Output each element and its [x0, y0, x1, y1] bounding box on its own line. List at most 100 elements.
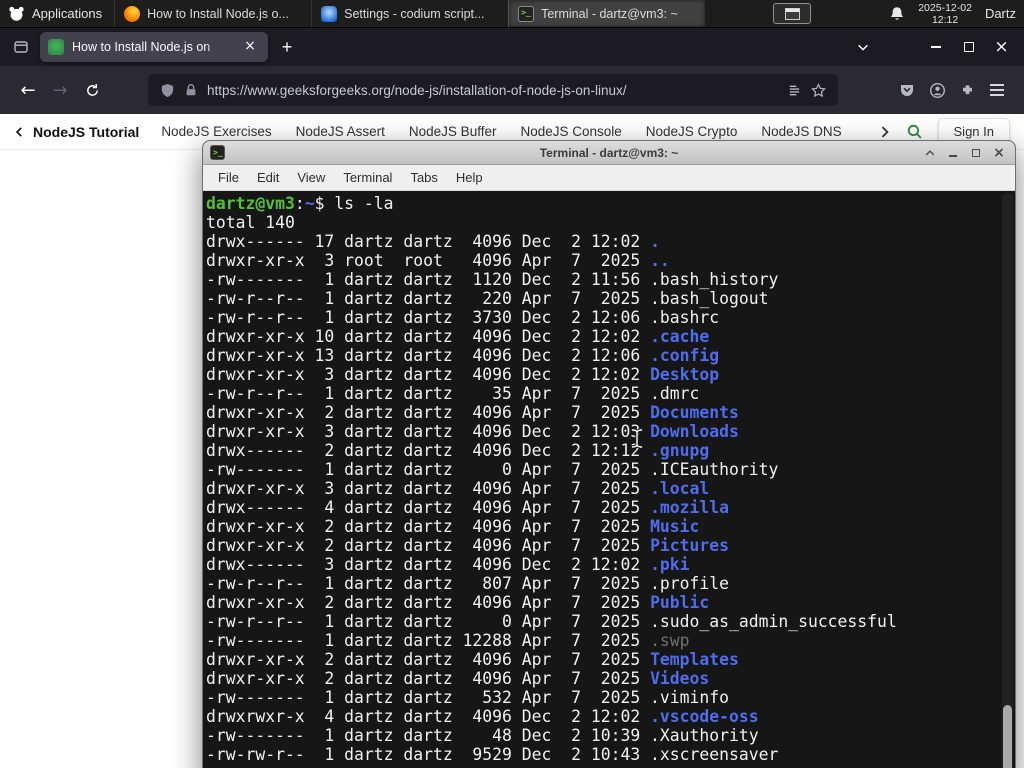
terminal-minimize-button[interactable] — [944, 144, 962, 162]
back-button[interactable] — [12, 74, 44, 106]
chevron-right-icon[interactable] — [878, 125, 891, 139]
account-icon — [929, 82, 945, 98]
site-nav-item[interactable]: NodeJS Assert — [296, 124, 385, 139]
terminal-line: -rw-r--r-- 1 dartz dartz 220 Apr 7 2025 … — [206, 289, 769, 308]
workspace-pager[interactable] — [773, 3, 812, 24]
terminal-icon — [518, 5, 535, 22]
tab-favicon-gfg — [48, 39, 64, 55]
terminal-line: -rw-r--r-- 1 dartz dartz 35 Apr 7 2025 .… — [206, 384, 700, 403]
list-all-tabs-button[interactable] — [846, 28, 879, 66]
terminal-window: Terminal - dartz@vm3: ~ FileEditViewTerm… — [202, 140, 1016, 768]
site-nav-item[interactable]: NodeJS Crypto — [646, 124, 738, 139]
site-nav-primary[interactable]: NodeJS Tutorial — [14, 124, 139, 140]
tab-close-button[interactable] — [240, 37, 260, 57]
terminal-line: drwxr-xr-x 10 dartz dartz 4096 Dec 2 12:… — [206, 327, 710, 346]
terminal-menubar: File Edit View Terminal Tabs Help — [203, 165, 1015, 191]
terminal-icon — [210, 145, 225, 160]
terminal-line: -rw-r--r-- 1 dartz dartz 0 Apr 7 2025 .s… — [206, 612, 897, 631]
terminal-line: drwxr-xr-x 3 dartz dartz 4096 Apr 7 2025… — [206, 479, 710, 498]
applications-label: Applications — [32, 6, 103, 21]
reload-button[interactable] — [76, 74, 108, 106]
terminal-menu-edit[interactable]: Edit — [248, 165, 288, 191]
terminal-output: dartz@vm3:~$ ls -la total 140 drwx------ 1… — [206, 194, 999, 764]
taskbar-button-firefox[interactable]: How to Install Node.js o... — [114, 0, 311, 27]
terminal-maximize-button[interactable] — [967, 144, 985, 162]
new-tab-button[interactable]: + — [272, 32, 302, 62]
terminal-line: drwxr-xr-x 3 root root 4096 Apr 7 2025 .… — [206, 251, 670, 270]
chevron-left-icon — [15, 126, 22, 137]
extensions-button[interactable] — [952, 75, 982, 105]
clock[interactable]: 2025-12-02 12:12 — [918, 2, 972, 26]
shield-icon[interactable] — [160, 83, 175, 98]
taskbar-window-buttons: How to Install Node.js o... Settings - co… — [114, 0, 706, 27]
terminal-line: -rw-r--r-- 1 dartz dartz 3730 Dec 2 12:0… — [206, 308, 720, 327]
terminal-line: -rw------- 1 dartz dartz 0 Apr 7 2025 .I… — [206, 460, 779, 479]
site-nav-item[interactable]: NodeJS Exercises — [161, 124, 271, 139]
applications-menu-button[interactable]: Applications — [0, 0, 114, 27]
terminal-menu-view[interactable]: View — [288, 165, 334, 191]
terminal-title: Terminal - dartz@vm3: ~ — [539, 145, 679, 160]
maximize-icon — [972, 148, 980, 157]
terminal-line: drwxr-xr-x 2 dartz dartz 4096 Apr 7 2025… — [206, 403, 739, 422]
terminal-line: drwxrwxr-x 4 dartz dartz 4096 Dec 2 12:0… — [206, 707, 759, 726]
terminal-line: drwxr-xr-x 2 dartz dartz 4096 Apr 7 2025… — [206, 536, 730, 555]
terminal-line: drwxr-xr-x 2 dartz dartz 4096 Apr 7 2025… — [206, 517, 700, 536]
terminal-screen[interactable]: dartz@vm3:~$ ls -la total 140 drwx------ 1… — [203, 191, 1015, 768]
window-minimize-button[interactable] — [919, 28, 952, 66]
browser-tab[interactable]: How to Install Node.js on — [40, 32, 268, 62]
terminal-line: -rw------- 1 dartz dartz 1120 Dec 2 11:5… — [206, 270, 779, 289]
url-bar[interactable]: https://www.geeksforgeeks.org/node-js/in… — [148, 74, 838, 106]
tab-bar: How to Install Node.js on + — [0, 28, 1024, 66]
terminal-titlebar-buttons — [921, 144, 1008, 162]
terminal-titlebar[interactable]: Terminal - dartz@vm3: ~ — [203, 141, 1015, 165]
site-nav-item[interactable]: NodeJS DNS — [761, 124, 841, 139]
account-button[interactable] — [922, 75, 952, 105]
terminal-close-button[interactable] — [990, 144, 1008, 162]
terminal-line: -rw-rw-r-- 1 dartz dartz 9529 Dec 2 10:4… — [206, 745, 779, 764]
browser-toolbar: https://www.geeksforgeeks.org/node-js/in… — [0, 66, 1024, 114]
shade-icon — [925, 149, 935, 155]
taskbar-button-title: How to Install Node.js o... — [147, 6, 289, 21]
forward-button[interactable] — [44, 74, 76, 106]
terminal-scrollbar[interactable] — [1002, 193, 1013, 768]
terminal-line: -rw------- 1 dartz dartz 532 Apr 7 2025 … — [206, 688, 730, 707]
desktop: Applications How to Install Node.js o...… — [0, 0, 1024, 768]
pocket-button[interactable] — [892, 75, 922, 105]
terminal-line: drwx------ 3 dartz dartz 4096 Dec 2 12:0… — [206, 555, 690, 574]
scrollbar-thumb[interactable] — [1003, 705, 1012, 768]
notifications-bell-icon[interactable] — [889, 6, 905, 22]
clock-time: 12:12 — [931, 13, 959, 26]
terminal-line: drwxr-xr-x 2 dartz dartz 4096 Apr 7 2025… — [206, 650, 739, 669]
system-tray: 2025-12-02 12:12 Dartz — [889, 2, 1024, 26]
window-maximize-button[interactable] — [952, 28, 985, 66]
terminal-line: drwx------ 17 dartz dartz 4096 Dec 2 12:… — [206, 232, 660, 251]
lock-icon[interactable] — [184, 83, 198, 97]
maximize-icon — [963, 42, 974, 52]
terminal-menu-file[interactable]: File — [209, 165, 248, 191]
taskbar-button-title: Terminal - dartz@vm3: ~ — [541, 6, 678, 21]
site-nav-item[interactable]: NodeJS Buffer — [409, 124, 497, 139]
terminal-menu-help[interactable]: Help — [447, 165, 492, 191]
terminal-menu-terminal[interactable]: Terminal — [334, 165, 401, 191]
app-menu-button[interactable] — [982, 75, 1012, 105]
site-nav-item[interactable]: NodeJS Console — [520, 124, 621, 139]
menu-hamburger-icon — [990, 84, 1004, 96]
terminal-shade-button[interactable] — [921, 144, 939, 162]
search-icon[interactable] — [906, 123, 923, 140]
reader-view-icon[interactable] — [787, 83, 802, 98]
terminal-line: dartz@vm3:~$ ls -la — [206, 194, 394, 213]
taskbar-button-settings[interactable]: Settings - codium script... — [311, 0, 508, 27]
settings-icon — [321, 5, 338, 22]
site-nav-primary-label: NodeJS Tutorial — [33, 123, 140, 140]
extensions-icon — [962, 84, 972, 94]
firefox-view-button[interactable] — [6, 32, 36, 62]
url-text[interactable]: https://www.geeksforgeeks.org/node-js/in… — [207, 83, 778, 98]
tab-title: How to Install Node.js on — [72, 40, 211, 54]
user-menu[interactable]: Dartz — [985, 6, 1016, 21]
terminal-menu-tabs[interactable]: Tabs — [401, 165, 446, 191]
taskbar-button-terminal[interactable]: Terminal - dartz@vm3: ~ — [508, 0, 706, 27]
window-close-button[interactable] — [985, 28, 1018, 66]
terminal-line: drwxr-xr-x 2 dartz dartz 4096 Apr 7 2025… — [206, 593, 710, 612]
firefox-icon — [124, 5, 141, 22]
bookmark-star-icon[interactable] — [811, 82, 826, 98]
